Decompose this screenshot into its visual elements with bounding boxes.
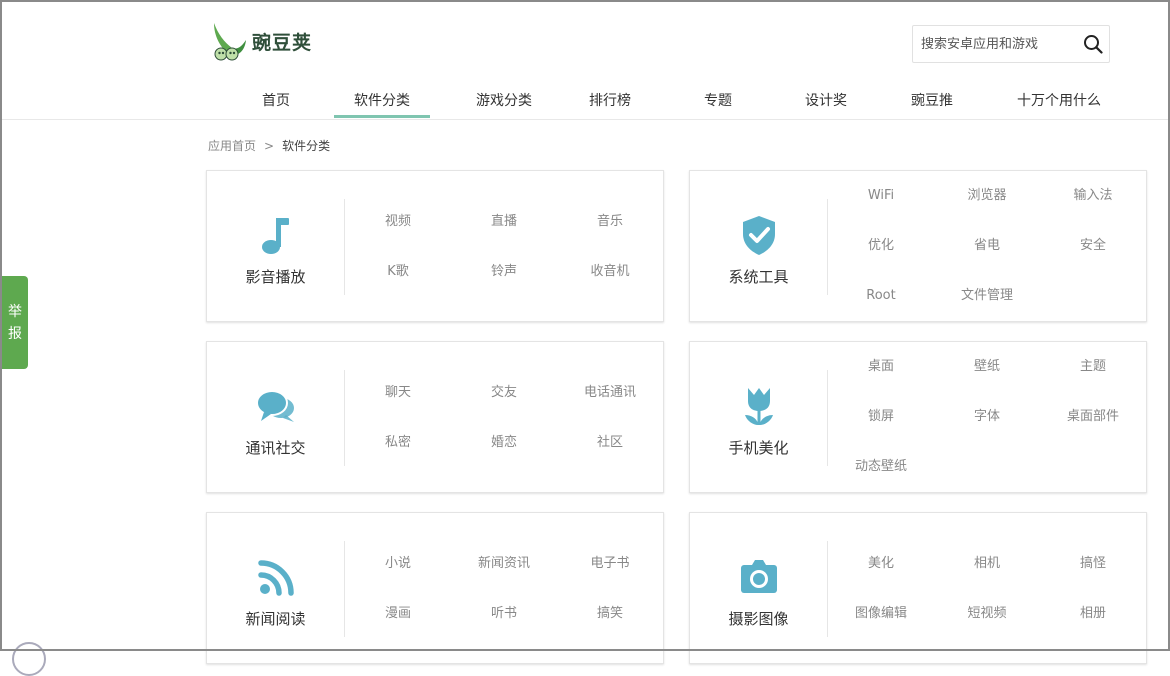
subcategory-list: 小说 新闻资讯 电子书 漫画 听书 搞笑 (345, 539, 665, 639)
subcategory-link[interactable]: 新闻资讯 (451, 539, 557, 589)
subcategory-link[interactable]: WiFi (828, 171, 934, 221)
category-head[interactable]: 新闻阅读 (207, 513, 344, 663)
chat-bubbles-icon (255, 389, 294, 422)
category-card-news: 新闻阅读 小说 新闻资讯 电子书 漫画 听书 搞笑 (206, 512, 664, 664)
subcategory-link[interactable]: 搞笑 (557, 589, 663, 639)
subcategory-link[interactable]: 相机 (934, 539, 1040, 589)
subcategory-link[interactable]: 音乐 (557, 197, 663, 247)
category-title: 影音播放 (245, 267, 306, 286)
breadcrumb-home-link[interactable]: 应用首页 (208, 139, 256, 153)
category-card-media: 影音播放 视频 直播 音乐 K歌 铃声 收音机 (206, 170, 664, 322)
subcategory-link[interactable]: 动态壁纸 (828, 442, 934, 492)
breadcrumb-current: 软件分类 (282, 139, 331, 153)
nav-wandoujia-recommend[interactable]: 豌豆推 (892, 84, 972, 118)
nav-what-to-use[interactable]: 十万个用什么 (1004, 84, 1114, 118)
category-title: 通讯社交 (245, 438, 306, 457)
subcategory-link[interactable]: 视频 (345, 197, 451, 247)
subcategory-link[interactable]: 字体 (934, 392, 1040, 442)
category-head[interactable]: 影音播放 (207, 171, 344, 321)
subcategory-link[interactable]: 电子书 (557, 539, 663, 589)
category-head[interactable]: 通讯社交 (207, 342, 344, 492)
subcategory-link[interactable]: 交友 (451, 368, 557, 418)
subcategory-link[interactable]: Root (828, 271, 934, 321)
subcategory-link[interactable]: 省电 (934, 221, 1040, 271)
nav-software-categories[interactable]: 软件分类 (334, 84, 430, 118)
subcategory-list: WiFi 浏览器 输入法 优化 省电 安全 Root 文件管理 (828, 171, 1148, 321)
category-title: 摄影图像 (728, 609, 789, 628)
subcategory-link[interactable]: 收音机 (557, 247, 663, 297)
subcategory-link[interactable]: 桌面 (828, 342, 934, 392)
search-input[interactable] (913, 27, 1081, 61)
report-button[interactable]: 举 报 (2, 276, 28, 369)
category-card-beautify: 手机美化 桌面 壁纸 主题 锁屏 字体 桌面部件 动态壁纸 (689, 341, 1147, 493)
category-card-social: 通讯社交 聊天 交友 电话通讯 私密 婚恋 社区 (206, 341, 664, 493)
breadcrumb: 应用首页 > 软件分类 (208, 137, 330, 154)
category-head[interactable]: 手机美化 (690, 342, 827, 492)
subcategory-link[interactable]: 聊天 (345, 368, 451, 418)
category-card-system-tools: 系统工具 WiFi 浏览器 输入法 优化 省电 安全 Root 文件管理 (689, 170, 1147, 322)
report-label-line2: 报 (8, 325, 22, 342)
subcategory-list: 视频 直播 音乐 K歌 铃声 收音机 (345, 197, 665, 297)
floating-circle-button[interactable] (12, 642, 46, 676)
subcategory-link[interactable]: 短视频 (934, 589, 1040, 639)
subcategory-link[interactable]: 美化 (828, 539, 934, 589)
subcategory-link[interactable]: 铃声 (451, 247, 557, 297)
tulip-icon (744, 387, 773, 425)
subcategory-link[interactable]: 搞怪 (1040, 539, 1146, 589)
subcategory-link[interactable]: 壁纸 (934, 342, 1040, 392)
subcategory-link[interactable]: 浏览器 (934, 171, 1040, 221)
logo[interactable]: 豌豆荚 (208, 20, 312, 62)
subcategory-link[interactable]: 听书 (451, 589, 557, 639)
subcategory-link[interactable]: 输入法 (1040, 171, 1146, 221)
category-title: 手机美化 (728, 438, 789, 457)
subcategory-link[interactable]: 小说 (345, 539, 451, 589)
nav-topics[interactable]: 专题 (688, 84, 748, 118)
category-title: 系统工具 (728, 267, 789, 286)
nav-rankings[interactable]: 排行榜 (570, 84, 650, 118)
subcategory-link[interactable]: 图像编辑 (828, 589, 934, 639)
subcategory-link[interactable]: 电话通讯 (557, 368, 663, 418)
subcategory-link[interactable]: 优化 (828, 221, 934, 271)
subcategory-list: 桌面 壁纸 主题 锁屏 字体 桌面部件 动态壁纸 (828, 342, 1148, 492)
main-nav: 首页 软件分类 游戏分类 排行榜 专题 设计奖 豌豆推 十万个用什么 (228, 84, 1114, 118)
logo-text: 豌豆荚 (252, 31, 313, 54)
nav-design-award[interactable]: 设计奖 (786, 84, 866, 118)
subcategory-list: 聊天 交友 电话通讯 私密 婚恋 社区 (345, 368, 665, 468)
camera-icon (740, 559, 777, 593)
header-divider (2, 119, 1168, 120)
subcategory-link[interactable]: 锁屏 (828, 392, 934, 442)
subcategory-link[interactable]: 主题 (1040, 342, 1146, 392)
report-label-line1: 举 (8, 303, 22, 320)
subcategory-link[interactable]: 漫画 (345, 589, 451, 639)
subcategory-link[interactable]: 文件管理 (934, 271, 1040, 321)
music-note-icon (261, 217, 289, 254)
pea-pod-logo-icon (214, 23, 246, 61)
search-icon[interactable] (1083, 34, 1103, 54)
category-title: 新闻阅读 (245, 609, 306, 628)
subcategory-link[interactable]: 私密 (345, 418, 451, 468)
search-box (912, 25, 1110, 63)
rss-icon (257, 559, 294, 596)
category-card-photography: 摄影图像 美化 相机 搞怪 图像编辑 短视频 相册 (689, 512, 1147, 664)
category-head[interactable]: 系统工具 (690, 171, 827, 321)
subcategory-link[interactable]: 桌面部件 (1040, 392, 1146, 442)
nav-game-categories[interactable]: 游戏分类 (456, 84, 552, 118)
shield-check-icon (742, 215, 775, 255)
subcategory-link[interactable]: K歌 (345, 247, 451, 297)
subcategory-list: 美化 相机 搞怪 图像编辑 短视频 相册 (828, 539, 1148, 639)
subcategory-link[interactable]: 相册 (1040, 589, 1146, 639)
subcategory-link[interactable]: 安全 (1040, 221, 1146, 271)
subcategory-link[interactable]: 社区 (557, 418, 663, 468)
subcategory-link[interactable]: 婚恋 (451, 418, 557, 468)
category-head[interactable]: 摄影图像 (690, 513, 827, 663)
subcategory-link[interactable]: 直播 (451, 197, 557, 247)
breadcrumb-separator: > (264, 139, 275, 153)
nav-home[interactable]: 首页 (228, 84, 324, 118)
